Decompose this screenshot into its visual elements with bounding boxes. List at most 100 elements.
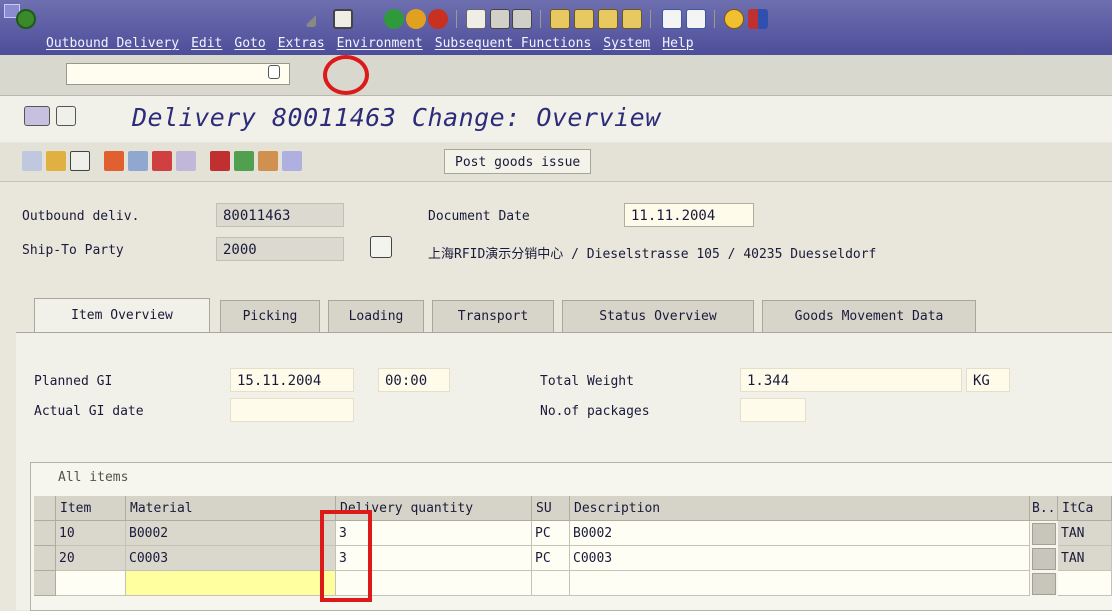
batch-button[interactable] (1032, 548, 1056, 570)
total-weight-label: Total Weight (540, 374, 634, 389)
cell-itca: TAN (1058, 521, 1112, 546)
customize-icon[interactable] (748, 9, 768, 29)
document-date-field[interactable]: 11.11.2004 (624, 203, 754, 227)
actual-gi-date-field[interactable] (230, 398, 354, 422)
batch-split-icon[interactable] (282, 151, 302, 171)
cell-su[interactable]: PC (532, 546, 570, 571)
outbound-delivery-label: Outbound deliv. (22, 209, 140, 224)
packages-field[interactable] (740, 398, 806, 422)
enter-icon[interactable] (16, 9, 36, 29)
cell-material-input[interactable] (126, 571, 336, 596)
cell-su[interactable]: PC (532, 521, 570, 546)
first-page-icon[interactable] (550, 9, 570, 29)
copy-icon[interactable] (46, 151, 66, 171)
planned-gi-date-field[interactable]: 15.11.2004 (230, 368, 354, 392)
column-material[interactable]: Material (126, 496, 336, 521)
cell-item: 20 (56, 546, 126, 571)
menu-goto[interactable]: Goto (234, 36, 265, 51)
other-document-icon[interactable] (24, 106, 50, 126)
prev-page-icon[interactable] (574, 9, 594, 29)
menu-outbound-delivery[interactable]: Outbound Delivery (46, 36, 179, 51)
column-b[interactable]: B.. (1030, 496, 1058, 521)
table-caption: All items (58, 470, 129, 485)
tab-goods-movement-data[interactable]: Goods Movement Data (762, 300, 976, 332)
save-highlight-circle (323, 55, 369, 95)
toolbar-collapse-icon[interactable] (306, 13, 316, 27)
pack-icon[interactable] (210, 151, 230, 171)
cancel-icon[interactable] (428, 9, 448, 29)
post-goods-issue-button[interactable]: Post goods issue (444, 149, 592, 174)
cell-material: C0003 (126, 546, 336, 571)
column-su[interactable]: SU (532, 496, 570, 521)
new-session-icon[interactable] (662, 9, 682, 29)
edit-icon[interactable] (22, 151, 42, 171)
menu-system[interactable]: System (603, 36, 650, 51)
ship-to-party-field[interactable]: 2000 (216, 237, 344, 261)
delete-icon[interactable] (70, 151, 90, 171)
total-weight-field[interactable]: 1.344 (740, 368, 962, 392)
find-icon[interactable] (490, 9, 510, 29)
ship-to-address: 上海RFID演示分销中心 / Dieselstrasse 105 / 40235… (428, 247, 877, 262)
select-all-cell[interactable] (34, 496, 56, 521)
column-item[interactable]: Item (56, 496, 126, 521)
outbound-delivery-field[interactable]: 80011463 (216, 203, 344, 227)
cell-itca[interactable] (1058, 571, 1112, 596)
actual-gi-date-label: Actual GI date (34, 404, 144, 419)
batch-button[interactable] (1032, 573, 1056, 595)
cell-description[interactable]: C0003 (570, 546, 1030, 571)
menu-subsequent-functions[interactable]: Subsequent Functions (435, 36, 592, 51)
cell-itca: TAN (1058, 546, 1112, 571)
menu-bar: Outbound Delivery Edit Goto Extras Envir… (46, 36, 706, 51)
cell-item: 10 (56, 521, 126, 546)
toolbar-separator (456, 10, 457, 28)
transport-icon[interactable] (234, 151, 254, 171)
row-selector[interactable] (34, 571, 56, 596)
planned-gi-label: Planned GI (34, 374, 113, 389)
menu-environment[interactable]: Environment (337, 36, 423, 51)
batch-button[interactable] (1032, 523, 1056, 545)
next-page-icon[interactable] (598, 9, 618, 29)
warehouse-icon[interactable] (258, 151, 278, 171)
tab-loading[interactable]: Loading (328, 300, 424, 332)
cell-item[interactable] (56, 571, 126, 596)
help-icon[interactable] (724, 9, 744, 29)
output-icon[interactable] (176, 151, 196, 171)
page-title: Delivery 80011463 Change: Overview (132, 103, 661, 132)
tab-status-overview[interactable]: Status Overview (562, 300, 754, 332)
save-icon[interactable] (333, 9, 353, 29)
packages-label: No.of packages (540, 404, 650, 419)
menu-extras[interactable]: Extras (278, 36, 325, 51)
cell-description[interactable] (570, 571, 1030, 596)
display-change-icon[interactable] (56, 106, 76, 126)
weight-unit-field[interactable]: KG (966, 368, 1010, 392)
planned-gi-time-field[interactable]: 00:00 (378, 368, 450, 392)
last-page-icon[interactable] (622, 9, 642, 29)
command-history-icon[interactable] (268, 65, 280, 79)
address-details-icon[interactable] (370, 236, 392, 258)
tab-transport[interactable]: Transport (432, 300, 554, 332)
back-icon[interactable] (384, 9, 404, 29)
cell-su[interactable] (532, 571, 570, 596)
menu-help[interactable]: Help (662, 36, 693, 51)
find-next-icon[interactable] (512, 9, 532, 29)
cell-description[interactable]: B0002 (570, 521, 1030, 546)
document-date-label: Document Date (428, 209, 530, 224)
shortcut-icon[interactable] (686, 9, 706, 29)
menu-edit[interactable]: Edit (191, 36, 222, 51)
tab-item-overview[interactable]: Item Overview (34, 298, 210, 332)
command-field[interactable] (66, 63, 290, 85)
row-selector[interactable] (34, 521, 56, 546)
quantity-highlight-box (320, 510, 372, 602)
toolbar-separator (714, 10, 715, 28)
column-description[interactable]: Description (570, 496, 1030, 521)
column-itca[interactable]: ItCa (1058, 496, 1112, 521)
exit-icon[interactable] (406, 9, 426, 29)
ship-to-party-label: Ship-To Party (22, 243, 124, 258)
header-details-icon[interactable] (104, 151, 124, 171)
partner-icon[interactable] (128, 151, 148, 171)
toolbar-separator (650, 10, 651, 28)
print-icon[interactable] (466, 9, 486, 29)
item-details-icon[interactable] (152, 151, 172, 171)
row-selector[interactable] (34, 546, 56, 571)
tab-picking[interactable]: Picking (220, 300, 320, 332)
